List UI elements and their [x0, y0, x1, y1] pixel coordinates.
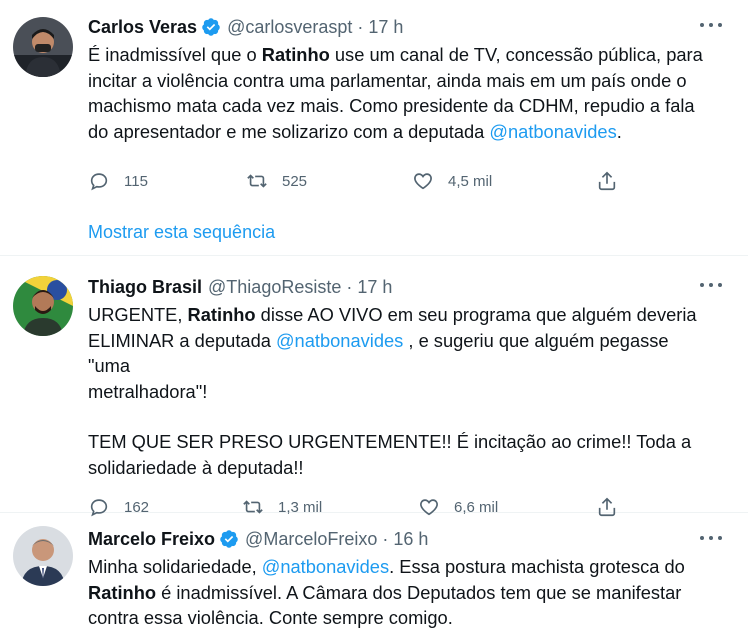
bold-text: Ratinho	[88, 581, 157, 603]
verified-badge-icon	[220, 530, 238, 548]
tweet-text-line: do apresentador e me solizarizo com a de…	[88, 119, 708, 145]
mention-link[interactable]: @natbonavides	[276, 330, 403, 351]
tweet-text-line: ELIMINAR a deputada @natbonavides , e su…	[88, 328, 708, 379]
tweet-text: É inadmissível que o Ratinho use um cana…	[88, 42, 748, 144]
text-segment: machismo mata cada vez mais. Como presid…	[88, 95, 695, 116]
author-name[interactable]: Thiago Brasil	[88, 277, 202, 298]
text-segment: incitar a violência contra uma parlament…	[88, 69, 687, 91]
separator-dot: ·	[382, 528, 389, 549]
more-icon[interactable]	[700, 533, 722, 543]
text-segment: TEM QUE SER PRESO URGENTEMENTE!! É incit…	[88, 431, 692, 452]
tweet-text-line: machismo mata cada vez mais. Como presid…	[88, 93, 708, 119]
author-name[interactable]: Marcelo Freixo	[88, 529, 215, 550]
author-handle[interactable]: @ThiagoResiste	[208, 277, 341, 298]
retweet-count: 525	[282, 172, 308, 190]
reply-icon	[90, 173, 108, 191]
reply-count: 115	[124, 172, 148, 190]
text-segment: metralhadora"!	[88, 380, 208, 402]
retweet-button[interactable]: 525	[246, 170, 412, 192]
bold-text: Ratinho	[187, 304, 256, 325]
text-segment: Minha solidariedade,	[88, 556, 262, 577]
like-count: 4,5 mil	[448, 172, 493, 190]
reply-button[interactable]: 115	[88, 170, 246, 192]
share-icon	[598, 171, 616, 191]
text-segment: URGENTE,	[88, 304, 188, 325]
tweet-text-line: metralhadora"!	[88, 379, 708, 405]
author-handle[interactable]: @MarceloFreixo	[245, 529, 377, 550]
text-segment: . Essa postura machista grotesca do	[389, 556, 685, 577]
text-segment: É inadmissível que o	[88, 44, 262, 65]
tweet[interactable]: Thiago Brasil @ThiagoResiste · 17 h URGE…	[0, 256, 748, 517]
tweet-text-line: É inadmissível que o Ratinho use um cana…	[88, 42, 708, 68]
bold-text: Ratinho	[261, 44, 330, 65]
timestamp[interactable]: 17 h	[368, 17, 403, 38]
tweet[interactable]: Marcelo Freixo @MarceloFreixo · 16 h Min…	[0, 513, 748, 640]
text-segment: ELIMINAR a deputada	[88, 329, 276, 351]
tweet-text: Minha solidariedade, @natbonavides. Essa…	[88, 554, 748, 631]
more-icon[interactable]	[700, 20, 722, 30]
tweet-text-line: Minha solidariedade, @natbonavides. Essa…	[88, 554, 708, 580]
tweet-text-line: URGENTE, Ratinho disse AO VIVO em seu pr…	[88, 302, 708, 328]
text-segment: é inadmissível. A Câmara dos Deputados t…	[156, 581, 682, 603]
text-segment: solidariedade à deputada!!	[88, 456, 304, 478]
text-segment: disse AO VIVO em seu programa que alguém…	[255, 304, 697, 325]
author-name[interactable]: Carlos Veras	[88, 17, 197, 38]
separator-dot: ·	[346, 276, 353, 297]
text-segment: do apresentador e me solizarizo com a de…	[88, 120, 490, 142]
tweet-text: URGENTE, Ratinho disse AO VIVO em seu pr…	[88, 302, 748, 480]
tweet-text-line: incitar a violência contra uma parlament…	[88, 68, 708, 94]
mention-link[interactable]: @natbonavides	[489, 121, 616, 142]
separator-dot: ·	[357, 16, 364, 37]
show-thread-link[interactable]: Mostrar esta sequência	[88, 222, 748, 243]
retweet-icon	[247, 174, 267, 188]
more-icon[interactable]	[700, 280, 722, 290]
avatar[interactable]	[13, 17, 73, 77]
avatar[interactable]	[13, 276, 73, 336]
tweet-text-line: solidariedade à deputada!!	[88, 455, 708, 481]
mention-link[interactable]: @natbonavides	[262, 556, 389, 577]
tweet-text-line: Ratinho é inadmissível. A Câmara dos Dep…	[88, 580, 708, 606]
tweet-text-line: contra essa violência. Conte sempre comi…	[88, 605, 708, 631]
tweet-text-line	[88, 404, 708, 429]
text-segment: use um canal de TV, concessão pública, p…	[329, 44, 703, 65]
verified-badge-icon	[202, 18, 220, 36]
text-segment: .	[616, 120, 622, 142]
share-button[interactable]	[596, 170, 618, 192]
action-bar: 115 525 4,5 mil	[88, 164, 748, 198]
tweet[interactable]: Carlos Veras @carlosveraspt · 17 h É ina…	[0, 0, 748, 256]
timestamp[interactable]: 17 h	[357, 277, 392, 298]
tweet-text-line: TEM QUE SER PRESO URGENTEMENTE!! É incit…	[88, 429, 708, 455]
like-button[interactable]: 4,5 mil	[412, 170, 596, 192]
avatar[interactable]	[13, 526, 73, 586]
text-segment: contra essa violência. Conte sempre comi…	[88, 607, 453, 628]
like-icon	[414, 173, 432, 190]
timestamp[interactable]: 16 h	[393, 529, 428, 550]
author-handle[interactable]: @carlosveraspt	[227, 17, 352, 38]
